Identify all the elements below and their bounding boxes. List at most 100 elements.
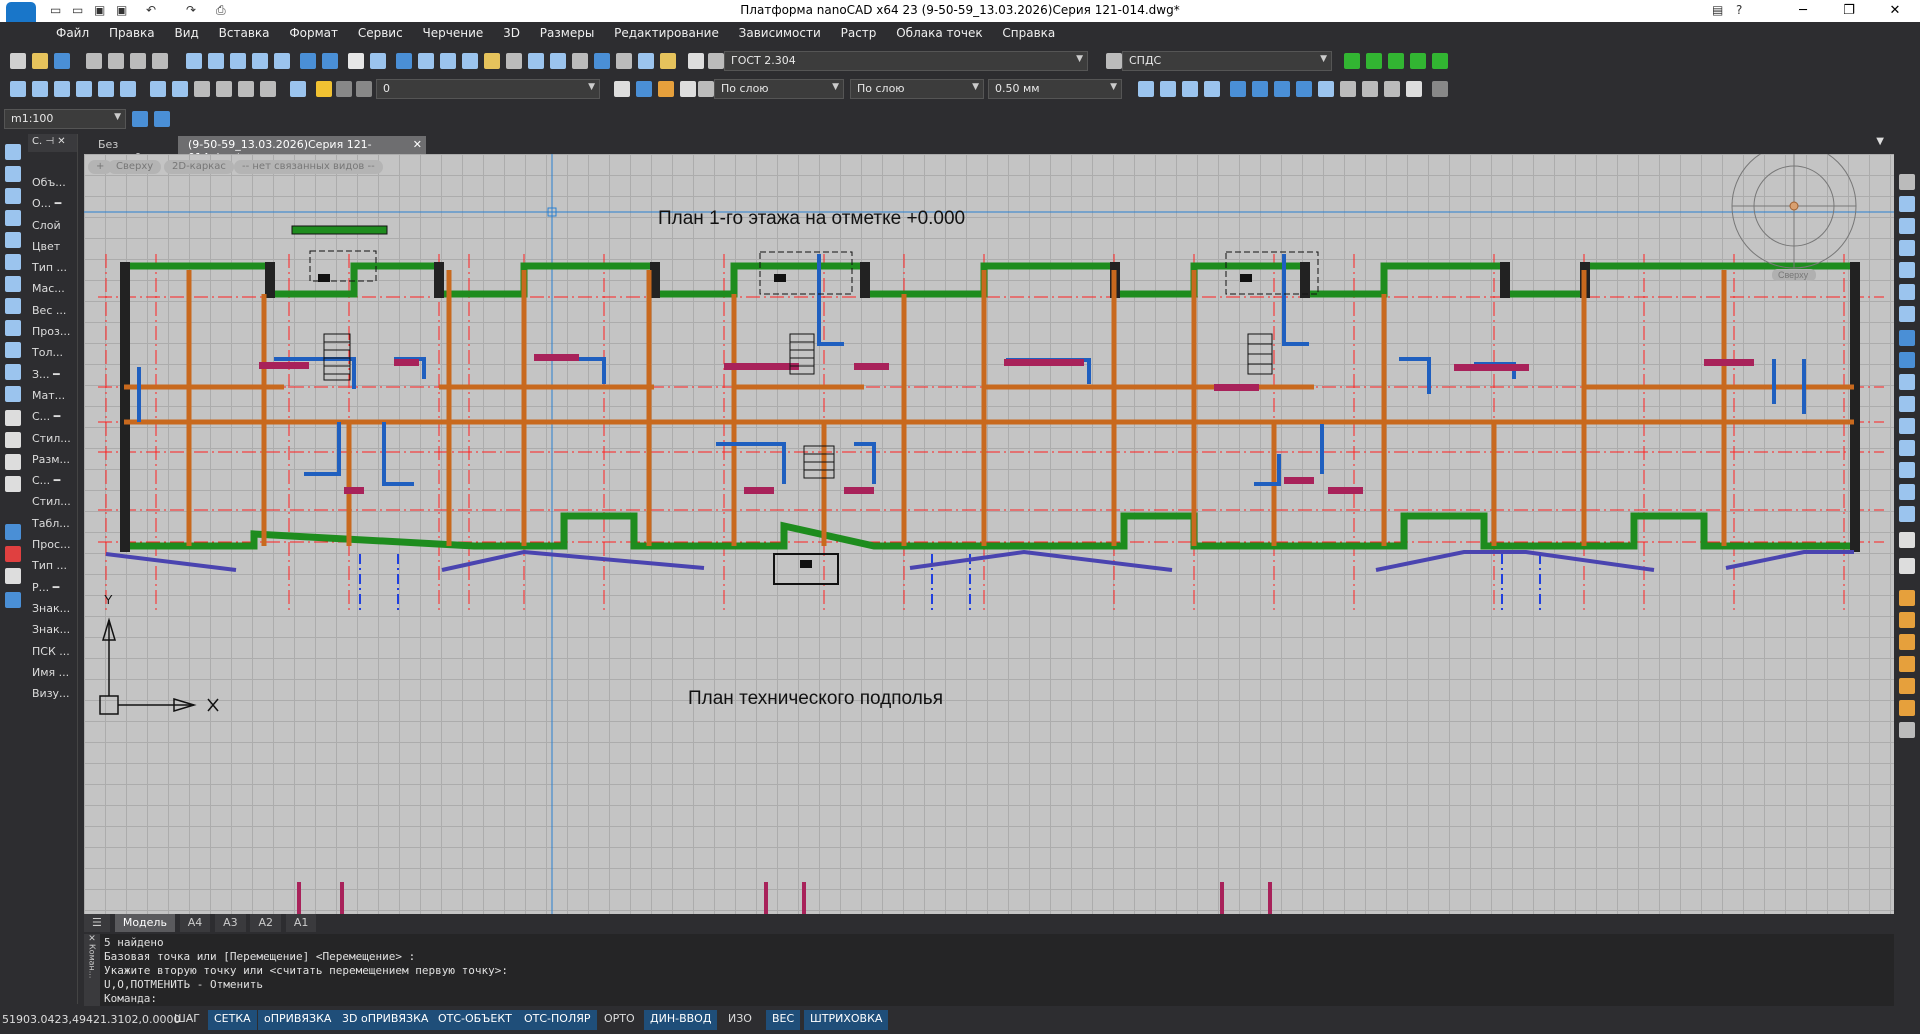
construction-line-icon[interactable] (5, 166, 21, 182)
stretch-icon[interactable] (1899, 352, 1915, 368)
draw-order-front-icon[interactable] (1899, 590, 1915, 606)
insert-block-icon[interactable] (5, 410, 21, 426)
menu-file[interactable]: Файл (48, 22, 97, 44)
tab-a2[interactable]: А2 (250, 914, 282, 932)
paste-special-icon[interactable] (252, 53, 268, 69)
layer-state-icon[interactable] (658, 81, 674, 97)
prop-row[interactable]: Р... ━ (28, 577, 77, 598)
erase-icon[interactable] (1899, 174, 1915, 190)
zoom-all-icon[interactable] (440, 53, 456, 69)
open-icon[interactable] (32, 53, 48, 69)
lineweight-select[interactable]: 0.50 мм ▼ (988, 79, 1122, 99)
attribute-icon[interactable] (5, 592, 21, 608)
snap-toggle[interactable]: ШАГ (168, 1010, 206, 1030)
layer-manager-icon[interactable] (550, 53, 566, 69)
chamfer-icon[interactable] (1899, 462, 1915, 478)
prop-row[interactable]: Имя ... (28, 662, 77, 683)
spds-library-icon[interactable] (1432, 53, 1448, 69)
maximize-button[interactable]: ❐ (1826, 0, 1872, 22)
polyline-icon[interactable] (150, 81, 166, 97)
prop-row[interactable]: Тол... (28, 342, 77, 363)
block-attribute-icon[interactable] (260, 81, 276, 97)
mtext-icon[interactable] (5, 546, 21, 562)
match-properties-icon[interactable] (274, 53, 290, 69)
polar-toggle[interactable]: ОТС-ПОЛЯР (518, 1010, 597, 1030)
tab-a4[interactable]: А4 (179, 914, 211, 932)
region-icon[interactable] (5, 454, 21, 470)
panel-select-icons[interactable] (28, 152, 77, 172)
prop-row[interactable]: Объ... (28, 172, 77, 193)
tab-a3[interactable]: А3 (215, 914, 246, 932)
command-line-side[interactable]: ✕ Коман... (84, 934, 100, 1006)
menu-point-clouds[interactable]: Облака точек (888, 22, 990, 44)
close-button[interactable]: ✕ (1872, 0, 1918, 22)
minimize-button[interactable]: ─ (1780, 0, 1826, 22)
zoom-window-icon[interactable] (396, 53, 412, 69)
edit-hatch-icon[interactable] (1182, 81, 1198, 97)
lightbulb-icon[interactable] (316, 81, 332, 97)
edit-spline-icon[interactable] (1160, 81, 1176, 97)
visibility-icon[interactable] (680, 81, 696, 97)
edit-array-icon[interactable] (1204, 81, 1220, 97)
print-icon[interactable] (86, 53, 102, 69)
redo-icon[interactable] (322, 53, 338, 69)
3d-osnap-toggle[interactable]: 3D оПРИВЯЗКА (336, 1010, 435, 1030)
prop-row[interactable]: Знак... (28, 619, 77, 640)
preview-icon[interactable] (108, 53, 124, 69)
measure-icon[interactable] (638, 53, 654, 69)
snap-axis-icon[interactable] (120, 81, 136, 97)
zoom-previous-icon[interactable] (462, 53, 478, 69)
edit-polyline-icon[interactable] (1138, 81, 1154, 97)
scale-icon[interactable] (1899, 330, 1915, 346)
wipeout-icon[interactable] (5, 476, 21, 492)
explode-icon[interactable] (1899, 506, 1915, 522)
prop-row[interactable]: Мас... (28, 278, 77, 299)
hatch-toggle[interactable]: ШТРИХОВКА (804, 1010, 889, 1030)
draw-order-under-icon[interactable] (1899, 656, 1915, 672)
zoom-extents-icon[interactable] (418, 53, 434, 69)
snap-midpoint-icon[interactable] (32, 81, 48, 97)
grid-toggle[interactable]: СЕТКА (208, 1010, 257, 1030)
spline-icon[interactable] (5, 320, 21, 336)
menu-format[interactable]: Формат (281, 22, 346, 44)
isometric-toggle[interactable]: ИЗО (722, 1010, 758, 1030)
grid-toggle-icon[interactable] (1384, 81, 1400, 97)
annotation-scale-select[interactable]: m1:100 ▼ (4, 109, 126, 129)
circle-icon[interactable] (5, 276, 21, 292)
prop-row[interactable]: С... ━ (28, 470, 77, 491)
clipboard-icon[interactable] (1406, 81, 1422, 97)
fillet-icon[interactable] (1899, 484, 1915, 500)
polygon-icon[interactable] (5, 210, 21, 226)
prop-row[interactable]: Проз... (28, 321, 77, 342)
array-icon[interactable] (1899, 262, 1915, 278)
ortho-toggle[interactable]: ОРТО (598, 1010, 641, 1030)
layer-select[interactable]: 0 ▼ (376, 79, 600, 99)
plot-icon[interactable] (130, 53, 146, 69)
block-insert-icon[interactable] (238, 81, 254, 97)
point-icon[interactable] (5, 432, 21, 448)
properties-icon[interactable] (484, 53, 500, 69)
help-icon[interactable] (688, 53, 704, 69)
text-to-front-icon[interactable] (1899, 678, 1915, 694)
multiline-edit-icon[interactable] (1274, 81, 1290, 97)
ellipse-icon[interactable] (5, 342, 21, 358)
linetype-select[interactable]: По слою ▼ (850, 79, 984, 99)
rectangle-icon[interactable] (5, 232, 21, 248)
prop-row[interactable]: Вес ... (28, 300, 77, 321)
align-objects-icon[interactable] (1899, 558, 1915, 574)
break-icon[interactable] (1899, 418, 1915, 434)
drawing-viewport[interactable]: + Сверху 2D-каркас -- нет связанных видо… (84, 154, 1894, 914)
lengthen-icon[interactable] (1899, 532, 1915, 548)
prop-row[interactable]: Мат... (28, 385, 77, 406)
block-edit-icon[interactable] (216, 81, 232, 97)
publish-icon[interactable] (152, 53, 168, 69)
ruler-icon[interactable] (660, 53, 676, 69)
tab-untitled[interactable]: Без имени0 (88, 136, 168, 164)
prop-row[interactable]: Визу... (28, 683, 77, 704)
tool-palettes-icon[interactable] (528, 53, 544, 69)
copy-icon[interactable] (208, 53, 224, 69)
align-icon[interactable] (1318, 81, 1334, 97)
command-input[interactable]: Команда: (104, 992, 1874, 1006)
snap-grid-icon[interactable] (98, 81, 114, 97)
otrack-toggle[interactable]: ОТС-ОБЪЕКТ (432, 1010, 518, 1030)
